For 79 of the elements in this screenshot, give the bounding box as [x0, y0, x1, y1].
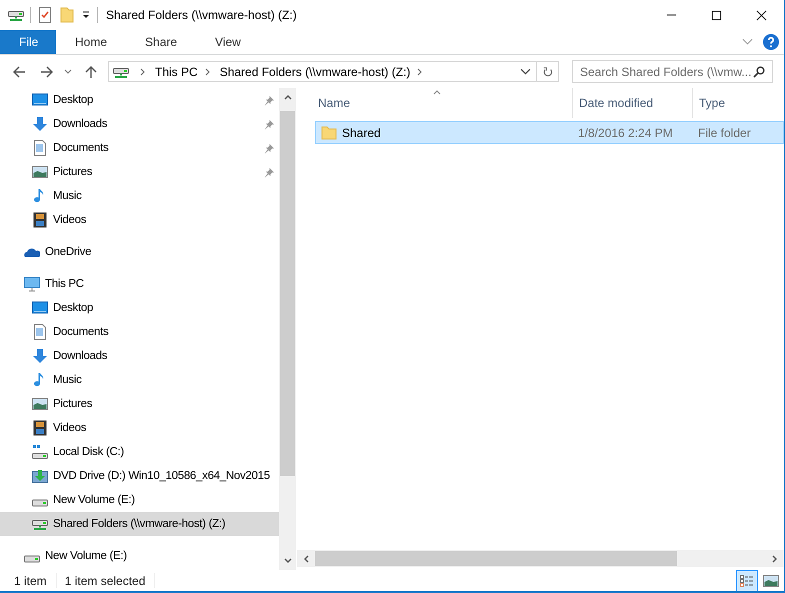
close-icon — [756, 10, 767, 20]
chevron-right-icon[interactable] — [417, 68, 424, 76]
dropdown-icon[interactable] — [81, 10, 91, 20]
nav-item[interactable]: Music — [0, 368, 279, 392]
folder-icon — [321, 124, 337, 140]
scrollbar-thumb[interactable] — [280, 111, 295, 476]
sort-caret-icon — [433, 90, 441, 95]
window-title: Shared Folders (\\vmware-host) (Z:) — [106, 8, 297, 22]
column-header[interactable]: Name — [302, 88, 573, 118]
nav-item[interactable]: New Volume (E:) — [0, 544, 279, 568]
ribbon-tab[interactable]: Home — [56, 30, 126, 54]
nav-item[interactable]: Downloads — [0, 344, 279, 368]
up-arrow-icon[interactable] — [84, 64, 98, 78]
desktop-icon — [32, 92, 48, 108]
desktop-icon — [32, 300, 48, 316]
properties-icon[interactable] — [37, 7, 53, 23]
picture-icon — [32, 396, 48, 412]
nav-item[interactable]: Documents — [0, 136, 279, 160]
breadcrumb[interactable]: This PC — [155, 64, 198, 78]
nav-item[interactable]: Downloads — [0, 112, 279, 136]
file-row[interactable]: Shared 1/8/2016 2:24 PM File folder — [315, 121, 784, 144]
chevron-down-icon[interactable] — [520, 66, 531, 77]
nav-item[interactable]: Pictures — [0, 392, 279, 416]
nav-item[interactable]: OneDrive — [0, 240, 279, 264]
chevron-right-icon[interactable] — [140, 68, 146, 76]
picture-icon — [32, 164, 48, 180]
selection-count: 1 item selected — [64, 574, 146, 588]
chevron-left-icon[interactable] — [303, 554, 309, 562]
down-arrow-icon — [32, 116, 48, 132]
refresh-icon[interactable] — [542, 66, 553, 77]
chevron-right-icon[interactable] — [204, 68, 211, 76]
nav-item[interactable]: New Volume (E:) — [0, 488, 279, 512]
nav-item[interactable]: Desktop — [0, 296, 279, 320]
film-icon — [32, 420, 48, 436]
nav-item[interactable]: Documents — [0, 320, 279, 344]
forward-arrow-icon[interactable] — [40, 64, 54, 78]
film-icon — [32, 212, 48, 228]
nav-item[interactable]: DVD Drive (D:) Win10_10586_x64_Nov2015 — [0, 464, 279, 488]
search-field[interactable]: Search Shared Folders (\\vmw... — [572, 60, 773, 83]
maximize-icon — [711, 10, 722, 20]
nav-item[interactable]: Pictures — [0, 160, 279, 184]
help-icon[interactable] — [763, 34, 779, 50]
ribbon-tab[interactable]: View — [196, 30, 260, 54]
chevron-down-icon[interactable] — [284, 558, 292, 564]
scrollbar[interactable] — [279, 88, 296, 570]
nav-item[interactable]: Videos — [0, 208, 279, 232]
chevron-right-icon[interactable] — [772, 554, 778, 562]
file-name: Shared — [342, 126, 381, 140]
dvd-drive-icon — [32, 468, 48, 484]
details-list-icon — [739, 574, 755, 588]
nav-item[interactable]: Shared Folders (\\vmware-host) (Z:) — [0, 512, 279, 536]
breadcrumb[interactable]: Shared Folders (\\vmware-host) (Z:) — [220, 64, 410, 78]
monitor-icon — [24, 276, 40, 292]
disk-drive-icon — [32, 444, 48, 460]
minimize-icon — [666, 14, 677, 16]
column-header[interactable]: Date modified — [573, 88, 693, 118]
table-cell-text: 1/8/2016 2:24 PM — [578, 126, 674, 140]
scrollbar-thumb[interactable] — [315, 551, 677, 566]
search-icon — [753, 66, 765, 78]
address-bar[interactable]: This PC Shared Folders (\\vmware-host) (Z:) — [108, 61, 559, 82]
down-arrow-icon — [32, 348, 48, 364]
document-icon — [32, 140, 48, 156]
item-count: 1 item — [14, 574, 47, 588]
document-icon — [32, 324, 48, 340]
chevron-up-icon[interactable] — [284, 94, 292, 100]
nav-item[interactable]: Videos — [0, 416, 279, 440]
scrollbar[interactable] — [297, 550, 784, 567]
nav-item[interactable]: Desktop — [0, 88, 279, 112]
table-cell-text: File folder — [698, 126, 752, 140]
nav-item[interactable]: This PC — [0, 272, 279, 296]
nav-item[interactable]: Music — [0, 184, 279, 208]
nav-item[interactable]: Local Disk (C:) — [0, 440, 279, 464]
column-header[interactable]: Type — [693, 88, 784, 118]
ribbon-tab[interactable]: File — [0, 30, 56, 54]
chevron-down-icon[interactable] — [64, 68, 72, 74]
details-view-button[interactable] — [736, 570, 758, 591]
landscape-thumbnail-icon — [763, 574, 779, 588]
ribbon-tab[interactable]: Share — [126, 30, 196, 54]
back-arrow-icon[interactable] — [12, 64, 26, 78]
